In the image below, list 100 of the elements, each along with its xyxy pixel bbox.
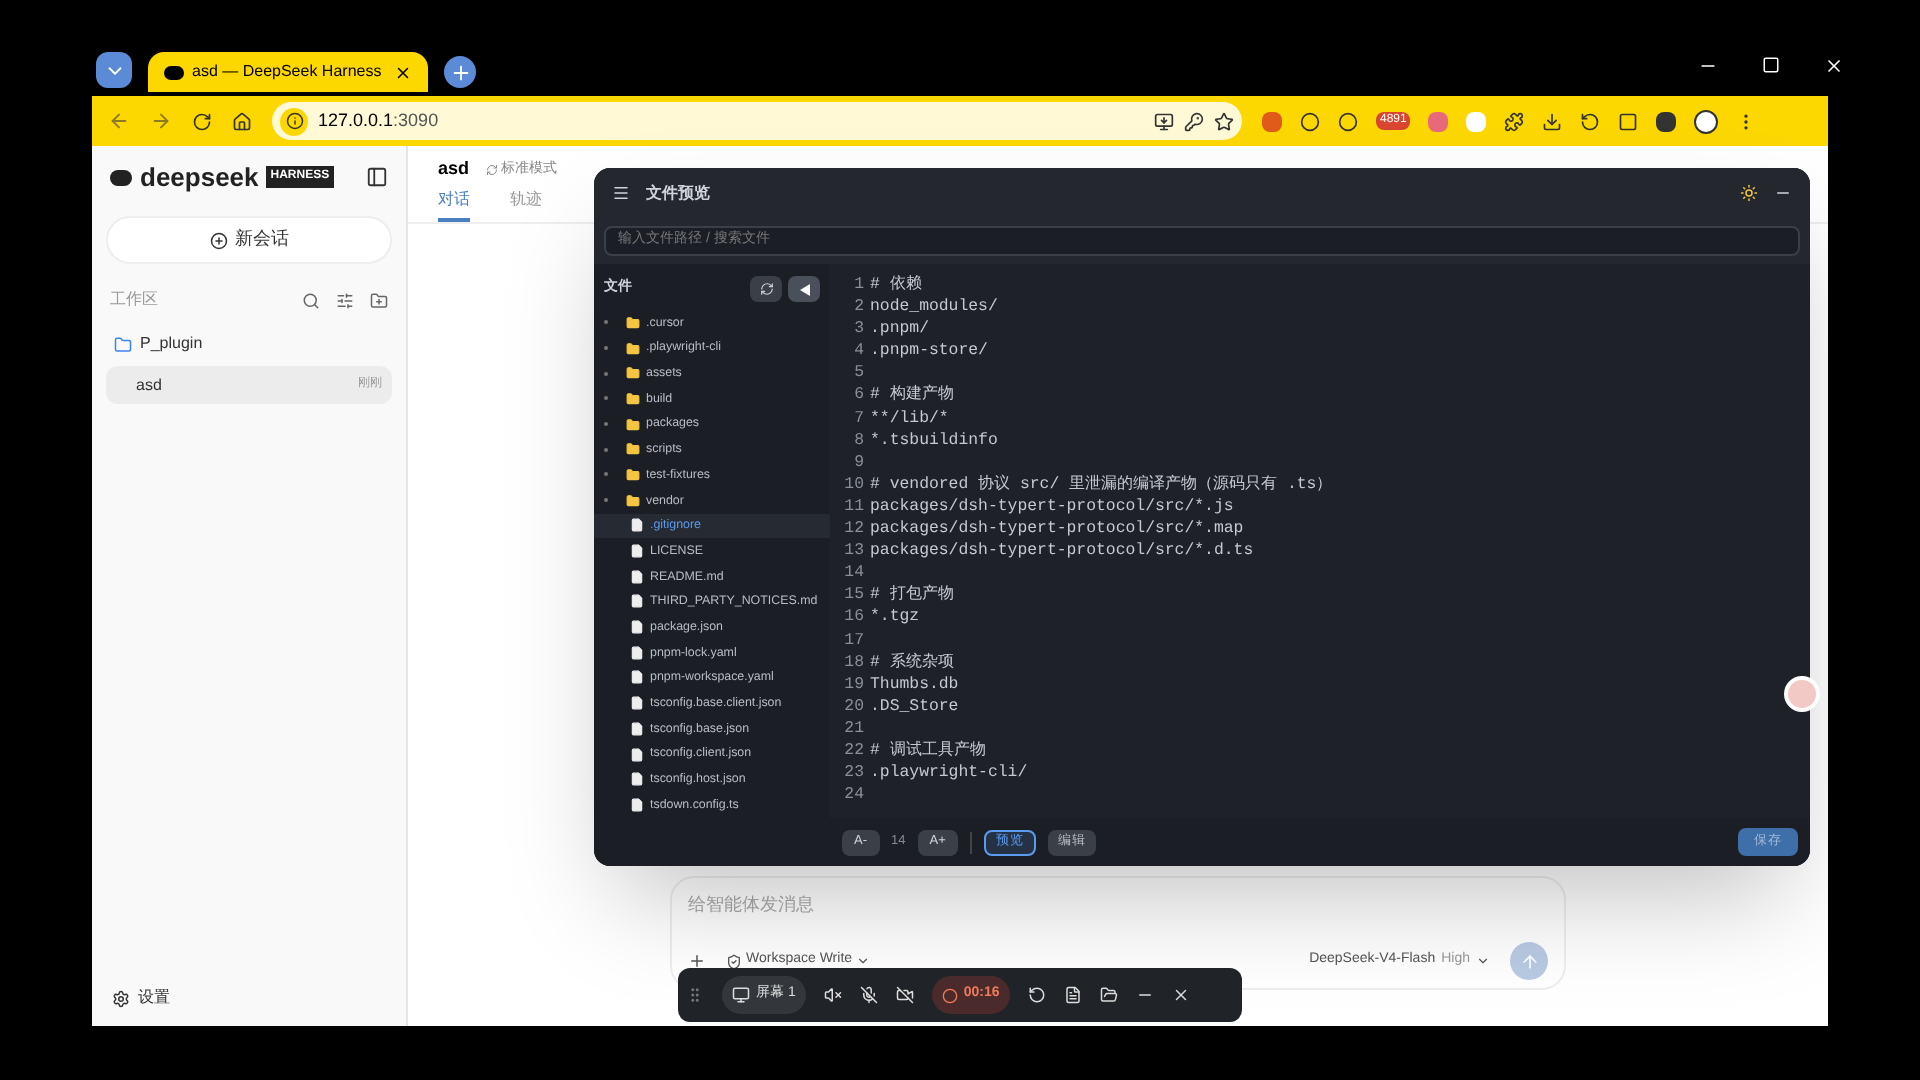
mic-off-icon[interactable] [859, 986, 878, 1004]
install-icon[interactable] [1154, 111, 1174, 131]
history-icon[interactable] [1580, 111, 1601, 131]
line-number: 19 [842, 673, 864, 696]
tab[interactable]: 对话 [438, 187, 470, 221]
line-number: 7 [852, 407, 864, 430]
file-icon [630, 797, 644, 812]
folder-icon [626, 366, 640, 381]
line-number: 3 [852, 318, 864, 341]
extension-icon[interactable] [1656, 111, 1677, 131]
info-icon [285, 112, 303, 130]
new-folder-icon[interactable] [370, 291, 388, 309]
file-icon [630, 772, 644, 787]
folder-icon[interactable] [1099, 986, 1118, 1004]
code-line: Thumbs.db [870, 673, 959, 696]
project-item[interactable]: P_plugin [106, 332, 392, 356]
download-icon[interactable] [1542, 111, 1563, 131]
close-icon[interactable] [1171, 986, 1190, 1004]
code-line: # 依赖 [870, 274, 922, 297]
url-text: 127.0.0.1:3090 [318, 107, 441, 134]
line-number: 9 [852, 451, 864, 474]
file-icon [630, 594, 644, 609]
new-chat-button[interactable]: 新会话 [106, 216, 392, 264]
restart-icon[interactable] [1027, 986, 1046, 1004]
line-number: 16 [842, 606, 864, 629]
menu-icon[interactable] [612, 184, 630, 202]
profile-icon[interactable] [1694, 109, 1719, 133]
settings-link[interactable]: 设置 [106, 986, 392, 1010]
file-icon [630, 569, 644, 584]
refresh-icon [485, 163, 498, 176]
line-number: 15 [842, 584, 864, 607]
chevron-icon [856, 954, 871, 968]
monitor-icon [732, 986, 750, 1004]
line-number: 11 [842, 495, 864, 519]
file-icon [630, 620, 644, 635]
code-line: # vendored 协议 src/ 里泄漏的编译产物（源码只有 .ts） [870, 473, 1333, 496]
extensions-icon[interactable] [1504, 111, 1525, 131]
logo-text: deepseek [140, 164, 259, 190]
code-line: .DS_Store [870, 695, 959, 718]
maximize-icon[interactable] [1762, 56, 1780, 74]
code-line: packages/dsh-typert-protocol/src/*.js [870, 495, 1234, 519]
refresh-button[interactable] [750, 276, 782, 302]
file-icon [630, 696, 644, 711]
code-line: # 打包产物 [870, 584, 954, 607]
line-number: 23 [842, 762, 864, 785]
file-icon [630, 747, 644, 762]
camera-off-icon[interactable] [895, 986, 914, 1004]
close-icon [394, 63, 412, 81]
folder-icon [626, 341, 640, 356]
new-tab-button[interactable] [444, 56, 476, 88]
window-title: 文件预览 [646, 181, 712, 205]
line-number: 10 [842, 473, 864, 496]
chevron-icon [1476, 954, 1490, 968]
close-icon[interactable] [1824, 56, 1844, 76]
line-number: 22 [842, 739, 864, 763]
code-line: node_modules/ [870, 296, 998, 319]
folder-icon [114, 335, 132, 353]
file-icon[interactable] [1063, 986, 1082, 1004]
forward-icon[interactable] [150, 110, 172, 132]
collapse-button[interactable] [788, 276, 820, 302]
folder-icon [626, 442, 640, 457]
address-bar[interactable]: 127.0.0.1:3090 [272, 102, 1242, 140]
reload-icon[interactable] [192, 111, 212, 131]
code-line: .pnpm-store/ [870, 340, 988, 363]
speaker-off-icon[interactable] [823, 986, 842, 1004]
sidebar-toggle-icon[interactable] [366, 166, 388, 188]
section-label: 工作区 [110, 288, 160, 312]
drag-handle-icon[interactable] [686, 986, 704, 1004]
record-icon [941, 987, 958, 1003]
theme-icon[interactable] [1740, 184, 1758, 202]
line-number: 1 [852, 274, 864, 297]
triangle-icon [799, 283, 809, 295]
home-icon[interactable] [232, 111, 252, 131]
code-line: # 调试工具产物 [870, 739, 986, 763]
plus-icon [449, 61, 471, 83]
search-icon[interactable] [302, 291, 320, 309]
line-number: 8 [852, 429, 864, 452]
chat-title: asd [438, 156, 470, 182]
star-icon[interactable] [1214, 111, 1234, 131]
attach-icon[interactable] [688, 952, 706, 970]
back-icon[interactable] [108, 110, 130, 132]
line-number: 13 [842, 540, 864, 563]
folder-icon [626, 467, 640, 482]
line-number: 5 [852, 362, 864, 385]
line-number: 18 [842, 651, 864, 674]
file-icon [630, 721, 644, 736]
key-icon[interactable] [1184, 111, 1204, 131]
file-icon [630, 544, 644, 559]
settings-icon [112, 989, 130, 1007]
shield-icon [726, 953, 742, 969]
browser-tab[interactable]: asd — DeepSeek Harness [148, 52, 428, 92]
code-line: .playwright-cli/ [870, 762, 1028, 785]
code-line: **/lib/* [870, 407, 949, 430]
line-number: 21 [842, 717, 864, 740]
file-icon [630, 670, 644, 685]
folder-icon [626, 417, 640, 432]
line-number: 12 [842, 518, 864, 541]
folder-icon [626, 493, 640, 508]
filter-icon[interactable] [336, 291, 354, 309]
tab-search-button[interactable] [96, 52, 132, 88]
